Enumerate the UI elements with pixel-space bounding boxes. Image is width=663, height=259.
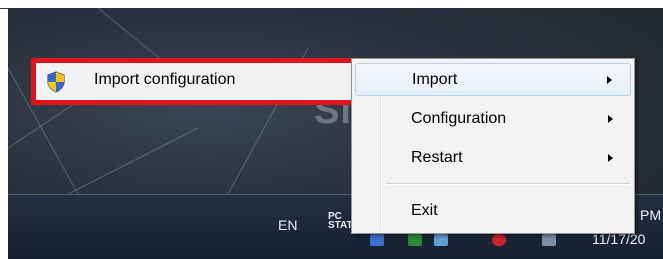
menu-separator [386, 183, 630, 185]
menu-item-restart-label: Restart [411, 149, 463, 166]
network-icon[interactable] [370, 234, 384, 246]
menu-item-exit-label: Exit [411, 202, 438, 219]
error-icon[interactable] [492, 234, 506, 246]
language-indicator[interactable]: EN [278, 217, 297, 233]
menu-item-configuration-label: Configuration [411, 110, 507, 127]
submenu-arrow-icon [608, 115, 613, 123]
import-configuration-menu-item[interactable]: Import configuration [31, 58, 357, 105]
pcstat-label-line2: STAT [328, 220, 353, 231]
uac-shield-icon [47, 71, 65, 93]
submenu-arrow-icon [608, 154, 613, 162]
menu-item-exit[interactable]: Exit [355, 195, 631, 228]
menu-item-import-label: Import [412, 71, 458, 88]
menu-item-configuration[interactable]: Configuration [355, 103, 631, 136]
import-configuration-label: Import configuration [94, 71, 236, 88]
tray-context-menu: Import Configuration Restart Exit [351, 58, 635, 234]
menu-item-restart[interactable]: Restart [355, 142, 631, 175]
menu-item-import[interactable]: Import [355, 63, 631, 96]
flag-icon[interactable] [542, 234, 556, 246]
drive-icon[interactable] [434, 234, 448, 246]
clock-time[interactable]: PM [640, 207, 661, 223]
checkmark-icon[interactable] [408, 234, 422, 246]
pcstat-tray-label[interactable]: PC STAT [328, 212, 353, 231]
submenu-arrow-icon [607, 76, 612, 84]
